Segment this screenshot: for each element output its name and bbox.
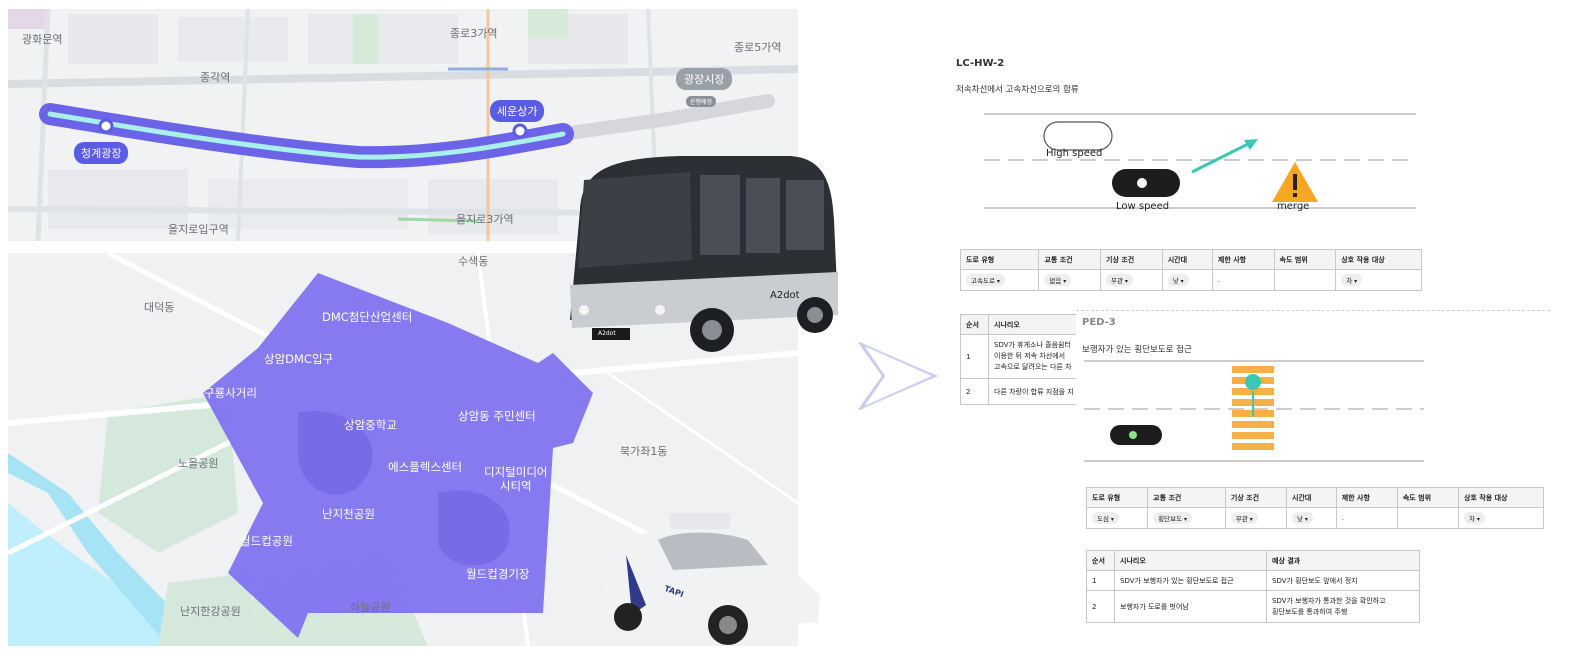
attr-header: 기상 조건 [1100, 249, 1163, 270]
zone-label: 상암중학교 [344, 418, 397, 432]
scenario-doc-ped-3: PED-3 보행자가 있는 횡단보도로 접근 도로 유형 교통 조건 기상 조건 [1076, 310, 1550, 630]
attr-header: 상호 작용 대상 [1457, 487, 1545, 508]
attr-header: 속도 범위 [1396, 487, 1459, 508]
zone-label: 에스플렉스센터 [388, 460, 463, 474]
scen-result: SDV가 횡단보도 앞에서 정지 [1266, 570, 1420, 591]
bus-brand: A2dot [770, 290, 800, 301]
attr-header: 상호 작용 대상 [1335, 249, 1422, 270]
attr-header: 속도 범위 [1273, 249, 1337, 270]
merge-diagram: High speed Low speed merge [980, 110, 1420, 220]
station-label: 종로5가역 [734, 41, 782, 54]
scen-header: 시나리오 [1114, 550, 1267, 571]
weather-select[interactable]: 무관 [1230, 512, 1258, 524]
interaction-select[interactable]: 차 [1463, 512, 1485, 524]
attr-header: 시간대 [1285, 487, 1337, 508]
future-route-badge: 운행예정 [686, 96, 717, 107]
attribute-table: 도로 유형 교통 조건 기상 조건 시간대 제한 사항 속도 범위 상호 작용 … [959, 249, 1422, 291]
scen-header: 순서 [1086, 550, 1115, 571]
area-label: 난지한강공원 [180, 605, 241, 618]
area-label: 대덕동 [144, 301, 175, 314]
zone-label: 구룡사거리 [204, 386, 257, 400]
road-type-select[interactable]: 고속도로 [966, 274, 1005, 286]
attr-header: 제한 사항 [1211, 249, 1275, 270]
attr-header: 도로 유형 [959, 249, 1040, 270]
restriction-cell[interactable]: . [1211, 269, 1275, 291]
scen-result: SDV가 보행자가 통과한 것을 확인하고 횡단보도를 통과하여 주행 [1266, 590, 1420, 623]
shuttle-bus-image: A2dot A2dot [560, 150, 845, 365]
scen-header: 순서 [960, 314, 989, 335]
high-speed-label: High speed [1046, 148, 1103, 159]
zone-label: 상암DMC입구 [264, 352, 334, 366]
attr-header: 교통 조건 [1038, 249, 1102, 270]
route-pin[interactable]: 청계광장 [74, 142, 129, 164]
scen-order: 2 [1086, 590, 1115, 623]
attr-header: 도로 유형 [1085, 487, 1149, 508]
area-label: 하늘공원 [350, 601, 391, 614]
scenario-subtitle: 저속차선에서 고속차선으로의 합류 [956, 85, 1079, 95]
scen-text: 보행자가 도로를 벗어남 [1114, 590, 1267, 623]
restriction-cell[interactable]: . [1335, 507, 1398, 529]
station-label: 종로3가역 [450, 27, 498, 40]
scen-order: 2 [960, 378, 989, 405]
scen-order: 1 [1086, 570, 1115, 591]
speed-range-cell[interactable] [1396, 507, 1459, 529]
station-label: 광화문역 [22, 33, 63, 46]
area-label: 북가좌1동 [620, 445, 668, 458]
zone-label: 디지털미디어 시티역 [484, 465, 548, 493]
station-label: 을지로3가역 [456, 213, 514, 226]
road-type-select[interactable]: 도심 [1092, 512, 1119, 524]
attr-header: 제한 사항 [1335, 487, 1398, 508]
scen-text: SDV가 보행자가 있는 횡단보도로 접근 [1114, 570, 1267, 591]
route-pin[interactable]: 세운상가 [490, 100, 545, 122]
area-label: 수색동 [458, 255, 489, 268]
scenario-id: PED-3 [1082, 317, 1116, 328]
time-select[interactable]: 낮 [1167, 274, 1189, 286]
transition-arrow [852, 338, 942, 414]
traffic-select[interactable]: 횡단보도 [1153, 512, 1192, 524]
scenario-id: LC-HW-2 [956, 58, 1005, 69]
scen-header: 예상 결과 [1266, 550, 1420, 571]
zone-label: 난지천공원 [322, 507, 375, 521]
crosswalk-diagram [1082, 359, 1426, 463]
attr-header: 시간대 [1161, 249, 1213, 270]
weather-select[interactable]: 무관 [1106, 274, 1133, 286]
station-label: 을지로입구역 [168, 223, 229, 236]
interaction-select[interactable]: 차 [1341, 274, 1363, 286]
traffic-select[interactable]: 없음 [1044, 274, 1072, 286]
time-select[interactable]: 낮 [1291, 512, 1313, 524]
future-route-pin[interactable]: 광장시장 [676, 68, 733, 90]
bus-plate: A2dot [598, 330, 616, 337]
attribute-table: 도로 유형 교통 조건 기상 조건 시간대 제한 사항 속도 범위 상호 작용 … [1085, 487, 1545, 529]
scen-order: 1 [960, 334, 989, 379]
zone-label: 월드컵공원 [240, 534, 293, 548]
attr-header: 기상 조건 [1224, 487, 1287, 508]
zone-label: 상암동 주민센터 [458, 409, 536, 423]
speed-range-cell[interactable] [1273, 269, 1337, 291]
area-label: 노을공원 [178, 457, 219, 470]
scenario-table: 순서 시나리오 예상 결과 1 SDV가 보행자가 있는 횡단보도로 접근 SD… [1086, 550, 1420, 623]
zone-label: DMC첨단산업센터 [322, 310, 413, 324]
station-label: 종각역 [200, 71, 231, 84]
merge-label: merge [1277, 201, 1310, 212]
robotaxi-image: TAPI [598, 505, 828, 655]
low-speed-label: Low speed [1116, 201, 1170, 212]
zone-label: 월드컵경기장 [466, 567, 530, 581]
attr-header: 교통 조건 [1147, 487, 1226, 508]
scenario-subtitle: 보행자가 있는 횡단보도로 접근 [1082, 345, 1192, 355]
